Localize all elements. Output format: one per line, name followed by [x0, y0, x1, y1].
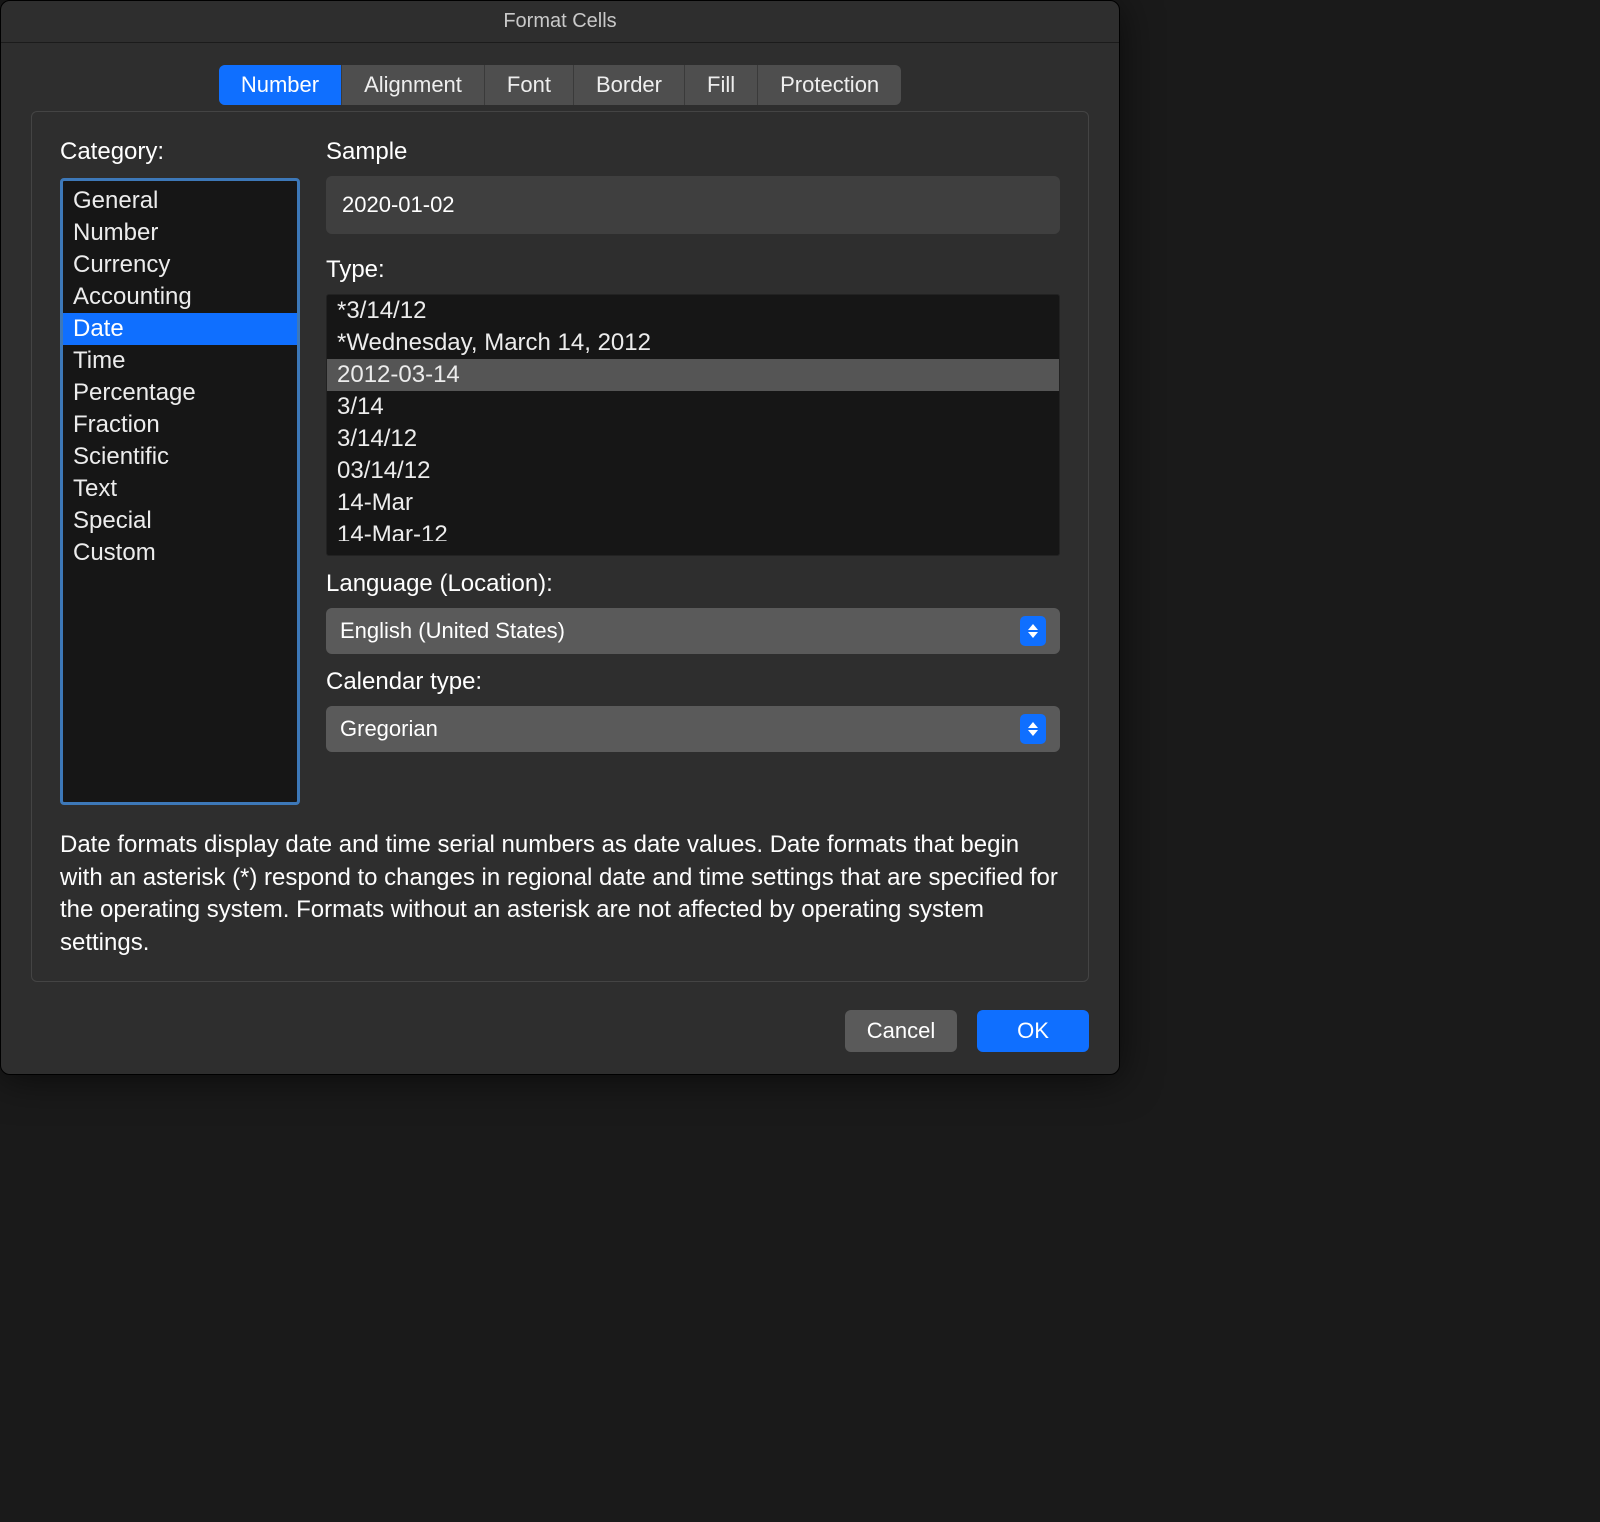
window-title: Format Cells — [1, 1, 1119, 43]
type-item[interactable]: 3/14/12 — [327, 423, 1059, 455]
type-list[interactable]: *3/14/12*Wednesday, March 14, 20122012-0… — [326, 294, 1060, 556]
category-item-scientific[interactable]: Scientific — [63, 441, 297, 473]
category-list[interactable]: GeneralNumberCurrencyAccountingDateTimeP… — [60, 178, 300, 805]
category-item-accounting[interactable]: Accounting — [63, 281, 297, 313]
format-cells-dialog: Format Cells NumberAlignmentFontBorderFi… — [0, 0, 1120, 1075]
category-label: Category: — [60, 138, 300, 166]
tab-alignment[interactable]: Alignment — [342, 65, 485, 105]
category-item-number[interactable]: Number — [63, 217, 297, 249]
type-item[interactable]: 03/14/12 — [327, 455, 1059, 487]
tab-protection[interactable]: Protection — [758, 65, 901, 105]
calendar-label: Calendar type: — [326, 668, 1060, 696]
tab-fill[interactable]: Fill — [685, 65, 758, 105]
stepper-icon — [1020, 714, 1046, 744]
language-value: English (United States) — [340, 618, 565, 644]
category-item-general[interactable]: General — [63, 185, 297, 217]
category-item-percentage[interactable]: Percentage — [63, 377, 297, 409]
tab-number[interactable]: Number — [219, 65, 342, 105]
type-item[interactable]: *Wednesday, March 14, 2012 — [327, 327, 1059, 359]
sample-value: 2020-01-02 — [326, 176, 1060, 234]
cancel-button[interactable]: Cancel — [845, 1010, 957, 1052]
type-item[interactable]: 14-Mar — [327, 487, 1059, 519]
description-text: Date formats display date and time seria… — [60, 829, 1060, 959]
sample-label: Sample — [326, 138, 1060, 166]
language-select[interactable]: English (United States) — [326, 608, 1060, 654]
category-item-time[interactable]: Time — [63, 345, 297, 377]
category-item-text[interactable]: Text — [63, 473, 297, 505]
tab-border[interactable]: Border — [574, 65, 685, 105]
tab-font[interactable]: Font — [485, 65, 574, 105]
category-item-custom[interactable]: Custom — [63, 537, 297, 569]
type-label: Type: — [326, 256, 1060, 284]
category-item-date[interactable]: Date — [63, 313, 297, 345]
calendar-select[interactable]: Gregorian — [326, 706, 1060, 752]
type-item[interactable]: 2012-03-14 — [327, 359, 1059, 391]
category-item-fraction[interactable]: Fraction — [63, 409, 297, 441]
type-item[interactable]: 3/14 — [327, 391, 1059, 423]
type-item[interactable]: *3/14/12 — [327, 295, 1059, 327]
calendar-value: Gregorian — [340, 716, 438, 742]
ok-button[interactable]: OK — [977, 1010, 1089, 1052]
category-item-special[interactable]: Special — [63, 505, 297, 537]
language-label: Language (Location): — [326, 570, 1060, 598]
type-item[interactable]: 14-Mar-12 — [327, 519, 1059, 541]
tab-bar: NumberAlignmentFontBorderFillProtection — [219, 65, 901, 105]
stepper-icon — [1020, 616, 1046, 646]
category-item-currency[interactable]: Currency — [63, 249, 297, 281]
